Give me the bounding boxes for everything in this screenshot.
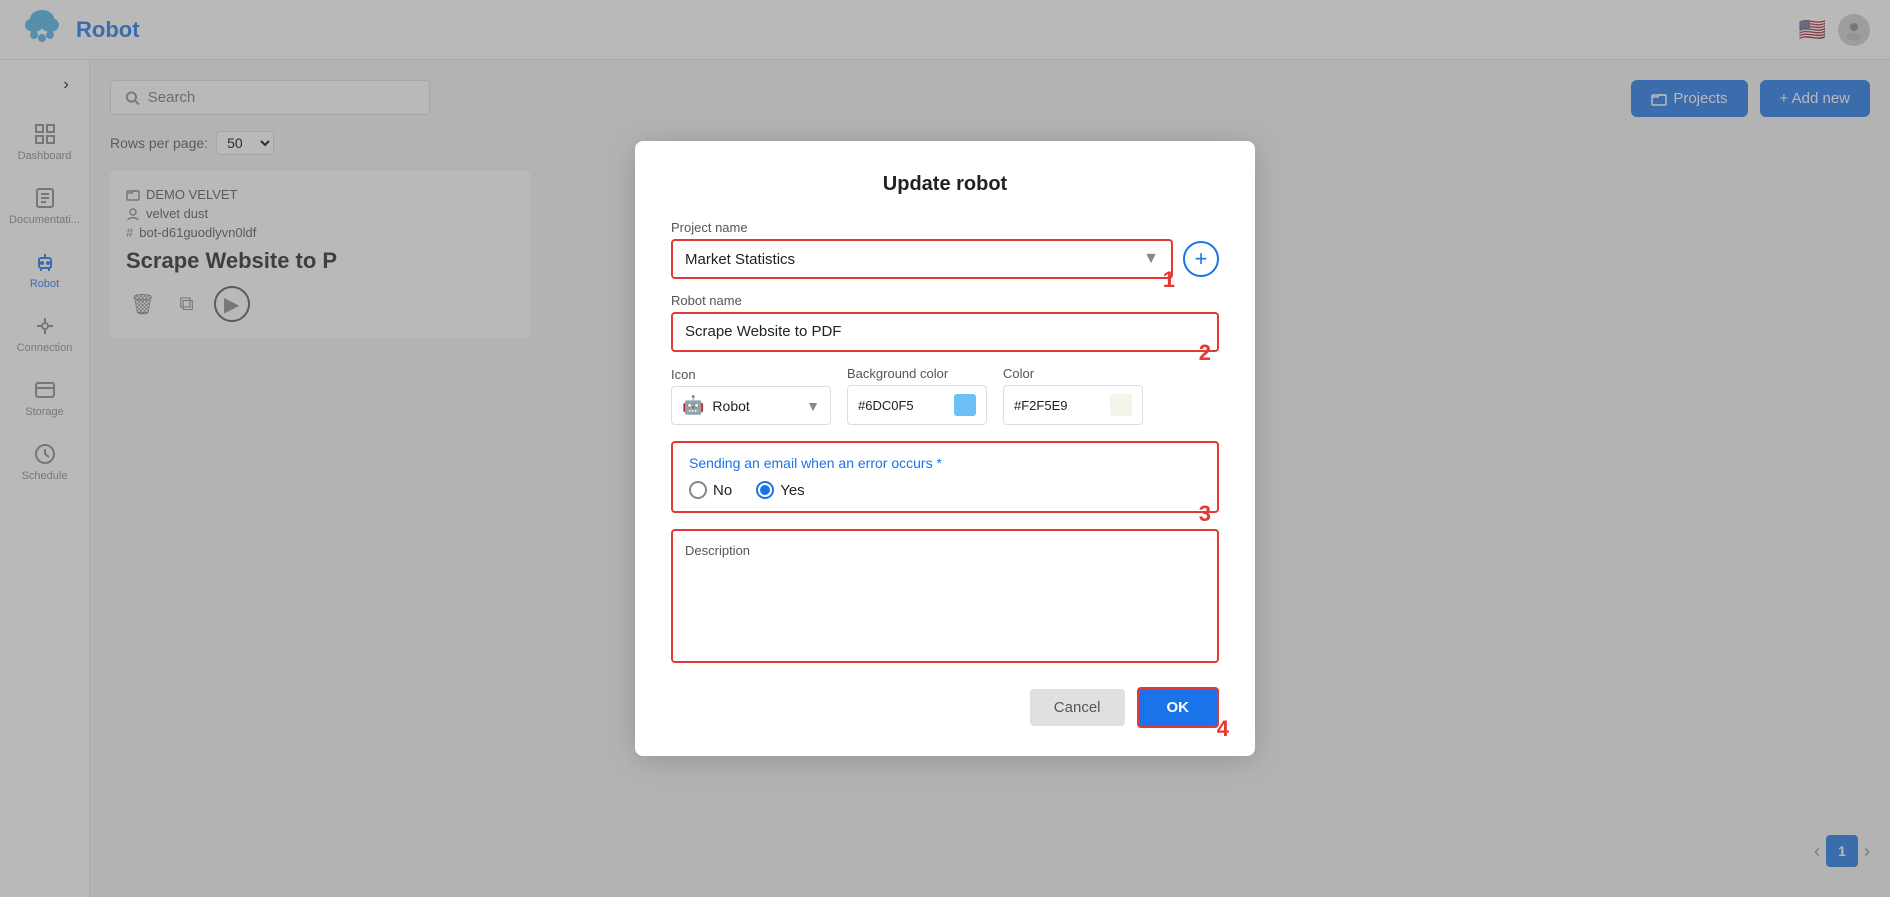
email-error-label: Sending an email when an error occurs *: [689, 455, 1201, 471]
add-project-button[interactable]: +: [1183, 241, 1219, 277]
step1-badge: 1: [1163, 267, 1175, 293]
radio-dot: [760, 485, 770, 495]
update-robot-modal: Update robot Project name Market Statist…: [635, 141, 1255, 756]
project-name-value: Market Statistics: [685, 251, 1143, 268]
icon-select[interactable]: 🤖 Robot ▼: [671, 386, 831, 425]
step3-badge: 3: [1199, 501, 1211, 527]
robot-name-value: Scrape Website to PDF: [685, 323, 841, 340]
dropdown-arrow-icon: ▼: [1143, 250, 1159, 268]
icon-label: Icon: [671, 367, 831, 382]
modal-actions: Cancel OK 4: [671, 687, 1219, 728]
bg-color-value: #6DC0F5: [858, 398, 946, 413]
bg-color-box[interactable]: #6DC0F5: [847, 385, 987, 425]
cancel-button[interactable]: Cancel: [1030, 689, 1125, 726]
radio-yes-circle: [756, 481, 774, 499]
project-name-label: Project name: [671, 220, 1219, 235]
radio-no[interactable]: No: [689, 481, 732, 499]
color-swatch: [1110, 394, 1132, 416]
icon-group: Icon 🤖 Robot ▼: [671, 367, 831, 425]
icon-color-row: Icon 🤖 Robot ▼ Background color #6DC0F5: [671, 366, 1219, 425]
icon-dropdown-arrow: ▼: [806, 398, 820, 414]
step2-badge: 2: [1199, 340, 1211, 366]
robot-name-label: Robot name: [671, 293, 1219, 308]
email-error-section: Sending an email when an error occurs * …: [671, 441, 1219, 513]
description-textarea[interactable]: [685, 564, 1205, 644]
step4-badge: 4: [1217, 716, 1229, 742]
radio-no-label: No: [713, 482, 732, 499]
robot-icon: 🤖: [682, 395, 704, 416]
modal-overlay: Update robot Project name Market Statist…: [0, 0, 1890, 897]
bg-color-swatch: [954, 394, 976, 416]
radio-yes[interactable]: Yes: [756, 481, 804, 499]
main-content: Rows per page: 50 25 100 DEMO VELVET vel…: [90, 60, 1890, 897]
radio-yes-label: Yes: [780, 482, 804, 499]
color-box[interactable]: #F2F5E9: [1003, 385, 1143, 425]
radio-no-circle: [689, 481, 707, 499]
bg-color-label: Background color: [847, 366, 987, 381]
bg-color-group: Background color #6DC0F5: [847, 366, 987, 425]
radio-group: No Yes: [689, 481, 1201, 499]
color-label: Color: [1003, 366, 1143, 381]
modal-title: Update robot: [671, 173, 1219, 196]
desc-label: Description: [685, 543, 1205, 558]
icon-select-value: Robot: [712, 398, 798, 414]
description-section: Description: [671, 529, 1219, 663]
color-group: Color #F2F5E9: [1003, 366, 1143, 425]
color-value: #F2F5E9: [1014, 398, 1102, 413]
ok-button[interactable]: OK: [1137, 687, 1220, 728]
